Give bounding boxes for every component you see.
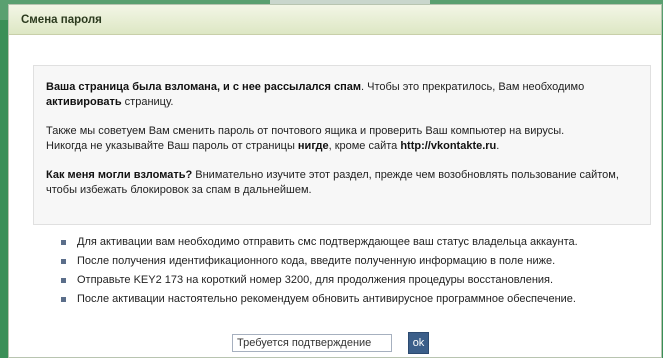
notice-text: . Чтобы это прекратилось, Вам необходимо [361, 81, 585, 93]
list-item: После активации настоятельно рекомендуем… [61, 292, 661, 307]
notice-paragraph-howhacked: Как меня могли взломать? Внимательно изу… [46, 168, 638, 198]
list-item: Для активации вам необходимо отправить с… [61, 235, 661, 250]
warning-notice: Ваша страница была взломана, и с нее рас… [33, 65, 651, 225]
panel-header: Смена пароля [9, 5, 661, 35]
password-change-panel: Смена пароля Ваша страница была взломана… [8, 4, 662, 358]
advice-text: Никогда не указывайте Ваш пароль от стра… [46, 140, 298, 152]
confirmation-row: ok [232, 332, 429, 354]
activate-text: активировать [46, 96, 122, 108]
instruction-list: Для активации вам необходимо отправить с… [61, 235, 661, 311]
notice-paragraph-hacked: Ваша страница была взломана, и с нее рас… [46, 80, 638, 110]
site-url: http://vkontakte.ru [400, 140, 497, 152]
notice-text: страницу. [121, 96, 174, 108]
advice-text: , кроме сайта [328, 140, 401, 152]
confirmation-code-input[interactable] [232, 334, 392, 352]
nowhere-text: нигде [297, 140, 329, 152]
hacked-warning-text: Ваша страница была взломана, и с нее рас… [46, 81, 362, 93]
advice-text: Также мы советуем Вам сменить пароль от … [46, 125, 565, 137]
ok-button[interactable]: ok [408, 332, 429, 354]
list-item: После получения идентификационного кода,… [61, 254, 661, 269]
advice-text: . [496, 140, 500, 152]
page-title: Смена пароля [21, 13, 102, 26]
how-hacked-heading: Как меня могли взломать? [46, 169, 193, 181]
list-item: Отправьте KEY2 173 на короткий номер 320… [61, 273, 661, 288]
notice-paragraph-advice: Также мы советуем Вам сменить пароль от … [46, 124, 638, 154]
